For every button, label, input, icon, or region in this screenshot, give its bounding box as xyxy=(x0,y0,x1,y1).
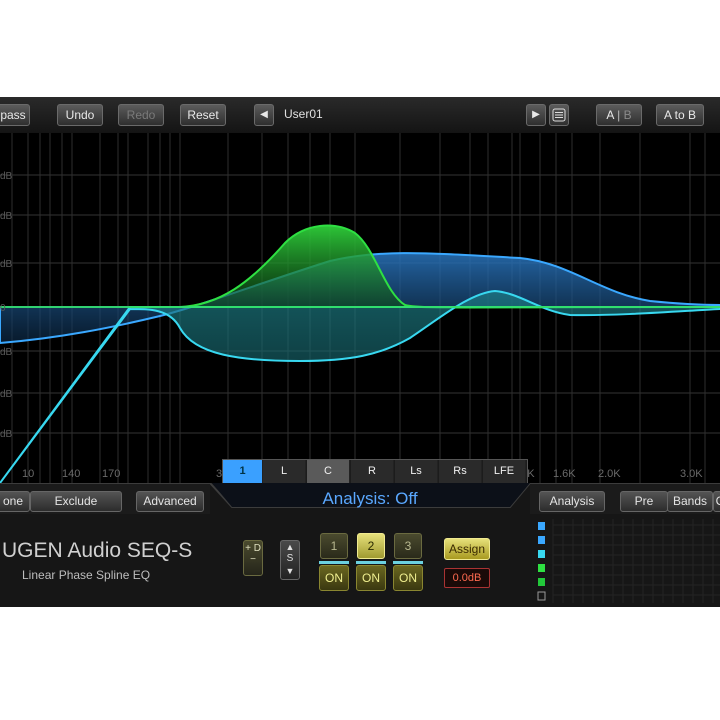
advanced-button[interactable]: Advanced xyxy=(136,491,204,512)
bypass-button[interactable]: pass xyxy=(0,104,30,126)
band-button-3[interactable]: 3 xyxy=(394,533,422,559)
analyzer-meters xyxy=(537,519,720,603)
eq-graph[interactable]: dBdBdB0dBdBdB 101401703004005007001.0K1.… xyxy=(0,133,720,483)
matrix-channel-r[interactable]: R xyxy=(351,460,394,483)
db-label: dB xyxy=(0,211,13,222)
matrix-channel-rs[interactable]: Rs xyxy=(439,460,482,483)
band2-indicator xyxy=(356,561,386,564)
a-to-b-button[interactable]: A to B xyxy=(656,104,704,126)
analysis-status: Analysis: Off xyxy=(322,489,418,508)
ab-b-label: B xyxy=(623,108,632,122)
ab-a-label: A xyxy=(606,108,614,122)
gain-readout: 0.0dB xyxy=(444,568,490,588)
frequency-label: 1.6K xyxy=(553,468,576,480)
plugin-window: pass Undo Redo Reset ◀ User01 ▶ A | B A … xyxy=(0,97,720,607)
db-label: dB xyxy=(0,429,13,440)
brand-title: UGEN Audio SEQ-S xyxy=(2,539,193,562)
ab-toggle[interactable]: A | B xyxy=(596,104,642,126)
arrow-up-icon: ▲ xyxy=(285,542,295,552)
db-label: dB xyxy=(0,389,13,400)
db-label: dB xyxy=(0,171,13,182)
prev-preset-button[interactable]: ◀ xyxy=(254,104,274,126)
band-button-2[interactable]: 2 xyxy=(357,533,385,559)
frequency-label: 10 xyxy=(22,468,34,480)
preset-name[interactable]: User01 xyxy=(284,107,323,121)
brand-subtitle: Linear Phase Spline EQ xyxy=(22,568,151,582)
assign-button[interactable]: Assign xyxy=(444,538,490,560)
frequency-label: 2.0K xyxy=(598,468,621,480)
frequency-label: 140 xyxy=(62,468,80,480)
redo-button[interactable]: Redo xyxy=(118,104,164,126)
frequency-label: 3.0K xyxy=(680,468,703,480)
matrix-channel-l[interactable]: L xyxy=(263,460,306,483)
band1-indicator xyxy=(319,561,349,564)
list-icon xyxy=(552,108,566,122)
reset-button[interactable]: Reset xyxy=(180,104,226,126)
s-control-label: S xyxy=(286,553,294,564)
band3-indicator xyxy=(393,561,423,564)
frequency-label: 170 xyxy=(102,468,120,480)
s-control[interactable]: ▲ S ▼ xyxy=(280,540,300,580)
next-preset-button[interactable]: ▶ xyxy=(526,104,546,126)
db-label: dB xyxy=(0,347,13,358)
matrix-channel-ls[interactable]: Ls xyxy=(395,460,438,483)
none-button[interactable]: one xyxy=(0,491,30,512)
db-label: dB xyxy=(0,259,13,270)
pre-button[interactable]: Pre xyxy=(620,491,668,512)
arrow-down-icon: ▼ xyxy=(285,566,295,576)
matrix-row-1: 1 L C R Ls Rs LFE xyxy=(223,460,527,484)
analysis-button[interactable]: Analysis xyxy=(539,491,605,512)
db-label: 0 xyxy=(0,303,6,314)
matrix-band-1[interactable]: 1 xyxy=(223,460,263,483)
band1-on-button[interactable]: ON xyxy=(319,565,349,591)
preset-list-button[interactable] xyxy=(549,104,569,126)
matrix-channel-lfe[interactable]: LFE xyxy=(483,460,526,483)
top-toolbar: pass Undo Redo Reset ◀ User01 ▶ A | B A … xyxy=(0,97,720,134)
band2-on-button[interactable]: ON xyxy=(356,565,386,591)
band-button-1[interactable]: 1 xyxy=(320,533,348,559)
bands-button[interactable]: Bands xyxy=(667,491,713,512)
exclude-button[interactable]: Exclude xyxy=(30,491,122,512)
d-control[interactable]: + D − xyxy=(243,540,263,576)
d-control-label: + D − xyxy=(245,543,261,565)
matrix-channel-c[interactable]: C xyxy=(307,460,350,483)
more-button[interactable]: C xyxy=(713,491,720,512)
band3-on-button[interactable]: ON xyxy=(393,565,423,591)
undo-button[interactable]: Undo xyxy=(57,104,103,126)
